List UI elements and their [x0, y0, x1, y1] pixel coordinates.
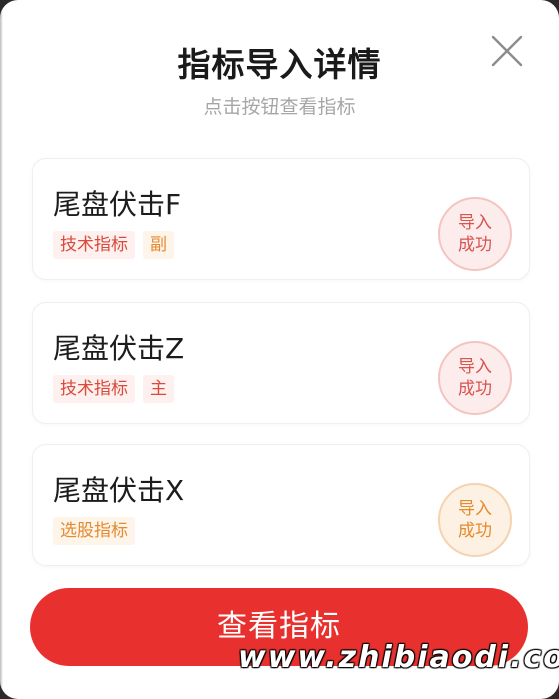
indicator-name: 尾盘伏击F — [53, 188, 182, 221]
indicator-name: 尾盘伏击Z — [53, 332, 185, 365]
tag-position: 副 — [143, 231, 174, 259]
dialog-title: 指标导入详情 — [177, 45, 382, 84]
indicator-name: 尾盘伏击X — [53, 474, 185, 507]
stamp-line-1: 导入 — [458, 499, 492, 519]
stamp-line-2: 成功 — [458, 379, 492, 399]
stamp-line-1: 导入 — [458, 213, 492, 233]
indicator-tags: 选股指标 — [53, 517, 135, 545]
stamp-line-2: 成功 — [458, 521, 492, 541]
close-icon — [491, 35, 523, 67]
indicator-tags: 技术指标 副 — [53, 231, 174, 259]
import-success-stamp: 导入 成功 — [438, 197, 512, 271]
indicator-card: 尾盘伏击Z 技术指标 主 导入 成功 — [32, 302, 530, 424]
import-success-stamp: 导入 成功 — [438, 341, 512, 415]
stamp-line-2: 成功 — [458, 235, 492, 255]
indicator-card: 尾盘伏击X 选股指标 导入 成功 — [32, 444, 530, 566]
indicator-card: 尾盘伏击F 技术指标 副 导入 成功 — [32, 158, 530, 280]
watermark: www.zhibiaodi.com — [238, 640, 559, 675]
import-success-stamp: 导入 成功 — [438, 483, 512, 557]
import-details-dialog: 指标导入详情 点击按钮查看指标 尾盘伏击F 技术指标 副 导入 成功 尾盘伏击Z… — [0, 0, 559, 699]
tag-type: 技术指标 — [53, 375, 135, 403]
stamp-line-1: 导入 — [458, 357, 492, 377]
dialog-subtitle: 点击按钮查看指标 — [203, 96, 356, 118]
indicator-tags: 技术指标 主 — [53, 375, 174, 403]
tag-position: 主 — [143, 375, 174, 403]
tag-type: 选股指标 — [53, 517, 135, 545]
close-button[interactable] — [488, 32, 526, 70]
tag-type: 技术指标 — [53, 231, 135, 259]
